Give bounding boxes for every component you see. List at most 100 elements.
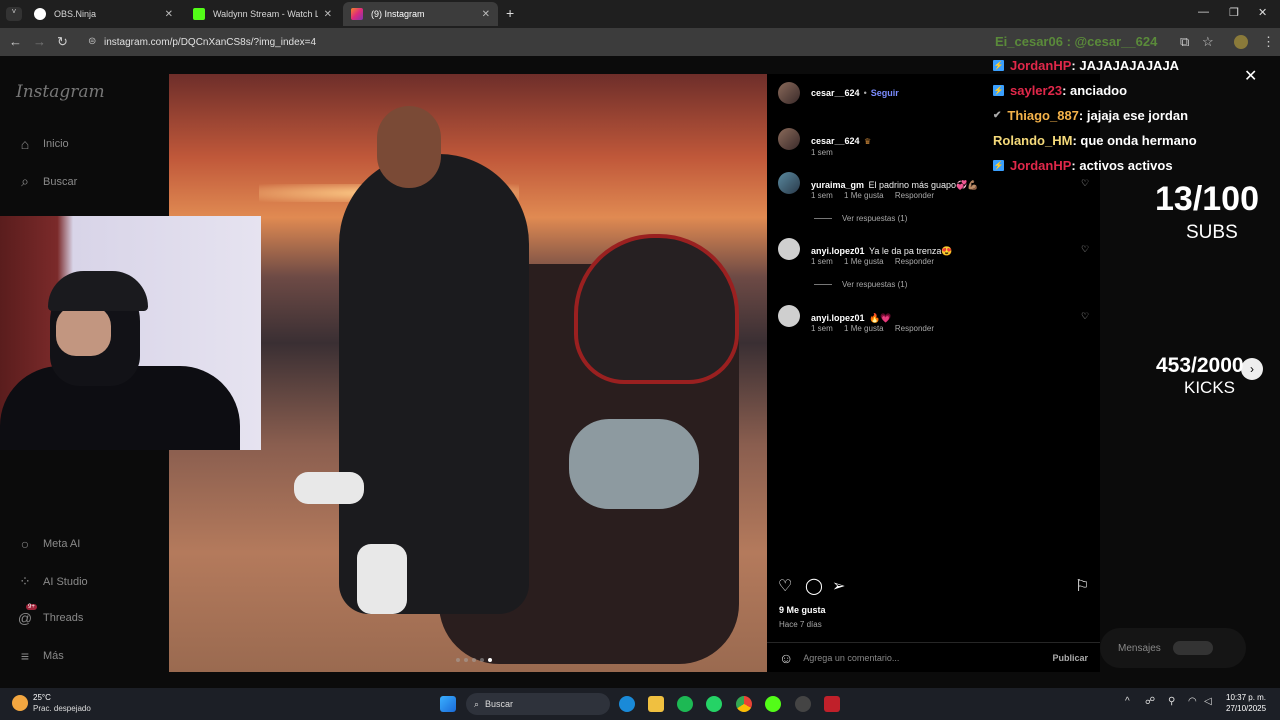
wifi-icon[interactable]: ◠: [1188, 696, 1197, 707]
profile-avatar[interactable]: [1234, 35, 1248, 49]
tab-waldynn-stream[interactable]: Waldynn Stream - Watch Live o ✕: [185, 2, 340, 26]
comment-meta: 1 sem 1 Me gusta Responder: [811, 257, 943, 266]
obs-icon[interactable]: [795, 696, 811, 712]
taskbar-search[interactable]: ⌕ Buscar: [466, 693, 610, 715]
save-bookmark-icon[interactable]: ⚐: [1075, 576, 1089, 596]
clock-date[interactable]: 27/10/2025: [1226, 704, 1266, 713]
browser-menu-icon[interactable]: ⋮: [1262, 34, 1275, 50]
file-explorer-icon[interactable]: [648, 696, 664, 712]
person-head: [377, 106, 441, 188]
ai-studio-icon: ⁘: [19, 573, 31, 589]
comment-likes[interactable]: 1 Me gusta: [844, 191, 884, 200]
author-username[interactable]: cesar__624: [811, 88, 860, 98]
volume-icon[interactable]: ◁: [1204, 696, 1212, 707]
close-tab-icon[interactable]: ✕: [324, 9, 332, 20]
network-icon[interactable]: ☍: [1145, 696, 1155, 707]
comment-like-heart-icon[interactable]: ♡: [1081, 244, 1089, 255]
whatsapp-icon[interactable]: [706, 696, 722, 712]
site-info-icon[interactable]: ⊜: [88, 36, 96, 47]
next-image-icon[interactable]: ›: [1241, 358, 1263, 380]
follow-button[interactable]: Seguir: [871, 88, 899, 98]
like-heart-icon[interactable]: ♡: [778, 576, 792, 596]
search-icon: ⌕: [21, 173, 29, 189]
comment-like-heart-icon[interactable]: ♡: [1081, 311, 1089, 322]
comment-input[interactable]: Agrega un comentario...: [803, 653, 1052, 663]
chat-message: ⚡ JordanHP : activos activos: [993, 158, 1173, 173]
url-field[interactable]: ⊜ instagram.com/p/DQCnXanCS8s/?img_index…: [84, 31, 984, 53]
maximize-icon[interactable]: ❐: [1229, 6, 1239, 19]
tab-search-icon[interactable]: ˅: [6, 7, 22, 21]
comment-likes[interactable]: 1 Me gusta: [844, 324, 884, 333]
windows-start-icon[interactable]: [440, 696, 456, 712]
emoji-icon[interactable]: ☺: [779, 650, 793, 666]
comment-username[interactable]: yuraima_gm: [811, 180, 864, 190]
view-replies-button[interactable]: Ver respuestas (1): [814, 280, 907, 289]
comment-username[interactable]: anyi.lopez01: [811, 313, 865, 323]
install-app-icon[interactable]: ⧉: [1180, 34, 1189, 50]
comment-like-heart-icon[interactable]: ♡: [1081, 178, 1089, 189]
messages-button[interactable]: Mensajes: [1100, 628, 1246, 668]
kick-favicon-icon: [193, 8, 205, 20]
comment-bubble-icon[interactable]: ◯: [805, 576, 823, 596]
comment-time: 1 sem: [811, 191, 833, 200]
clock-time[interactable]: 10:37 p. m.: [1226, 693, 1266, 702]
app-icon[interactable]: [824, 696, 840, 712]
caption-avatar[interactable]: [778, 128, 800, 150]
weather-icon[interactable]: [12, 695, 28, 711]
kick-icon[interactable]: [765, 696, 781, 712]
comment-meta: 1 sem 1 Me gusta Responder: [811, 191, 943, 200]
bookmark-star-icon[interactable]: ☆: [1202, 34, 1214, 50]
comment-avatar[interactable]: [778, 305, 800, 327]
chrome-icon[interactable]: [736, 696, 752, 712]
forward-icon[interactable]: →: [33, 34, 46, 49]
spotify-icon[interactable]: [677, 696, 693, 712]
instagram-logo[interactable]: Instagram: [16, 82, 105, 102]
close-tab-icon[interactable]: ✕: [165, 9, 173, 20]
chat-username: Rolando_HM: [993, 133, 1073, 148]
webcam-overlay: [0, 216, 261, 450]
tab-obs-ninja[interactable]: OBS.Ninja ✕: [26, 2, 181, 26]
comment-text: Ya le da pa trenza😍: [868, 246, 953, 256]
caption-username[interactable]: cesar__624: [811, 136, 860, 146]
subs-goal-label: SUBS: [1186, 222, 1238, 243]
reply-button[interactable]: Responder: [895, 257, 934, 266]
share-send-icon[interactable]: ➢: [832, 576, 845, 596]
comment-username[interactable]: anyi.lopez01: [811, 246, 865, 256]
comment-avatar[interactable]: [778, 238, 800, 260]
chat-badge-icon: ✔: [993, 110, 1002, 121]
microphone-icon[interactable]: ⚲: [1168, 696, 1175, 707]
chat-message: ⚡ JordanHP : JAJAJAJAJAJA: [993, 58, 1179, 73]
caption-time: 1 sem: [811, 148, 833, 157]
crown-icon: ♛: [864, 137, 872, 146]
edge-icon[interactable]: [619, 696, 635, 712]
like-count[interactable]: 9 Me gusta: [779, 605, 826, 615]
minimize-icon[interactable]: —: [1198, 6, 1209, 18]
new-tab-button[interactable]: +: [506, 5, 514, 21]
sidebar-item-inicio[interactable]: ⌂ Inicio: [16, 136, 69, 152]
caption: cesar__624 ♛: [811, 131, 871, 149]
sidebar-item-buscar[interactable]: ⌕ Buscar: [16, 173, 77, 190]
comment-likes[interactable]: 1 Me gusta: [844, 257, 884, 266]
author-avatar[interactable]: [778, 82, 800, 104]
back-icon[interactable]: ←: [9, 34, 22, 49]
sidebar-item-meta-ai[interactable]: ○ Meta AI: [16, 536, 81, 552]
messages-label: Mensajes: [1118, 642, 1161, 654]
close-post-icon[interactable]: ✕: [1244, 66, 1257, 86]
reload-icon[interactable]: ↻: [57, 34, 68, 50]
publish-button[interactable]: Publicar: [1052, 653, 1088, 663]
sidebar-item-ai-studio[interactable]: ⁘ AI Studio: [16, 573, 88, 590]
reply-button[interactable]: Responder: [895, 324, 934, 333]
weather-temp[interactable]: 25°C: [33, 693, 51, 702]
tray-chevron-icon[interactable]: ^: [1125, 696, 1130, 707]
reply-button[interactable]: Responder: [895, 191, 934, 200]
tab-instagram[interactable]: (9) Instagram ✕: [343, 2, 498, 26]
comment-avatar[interactable]: [778, 172, 800, 194]
sidebar-item-mas[interactable]: ≡ Más: [16, 648, 64, 664]
close-tab-icon[interactable]: ✕: [482, 9, 490, 20]
weather-desc[interactable]: Prac. despejado: [33, 704, 91, 713]
sidebar-item-threads[interactable]: @9+ Threads: [16, 604, 83, 626]
close-window-icon[interactable]: ✕: [1258, 6, 1267, 19]
threads-badge: 9+: [26, 604, 37, 610]
comment-time: 1 sem: [811, 257, 833, 266]
view-replies-button[interactable]: Ver respuestas (1): [814, 214, 907, 223]
